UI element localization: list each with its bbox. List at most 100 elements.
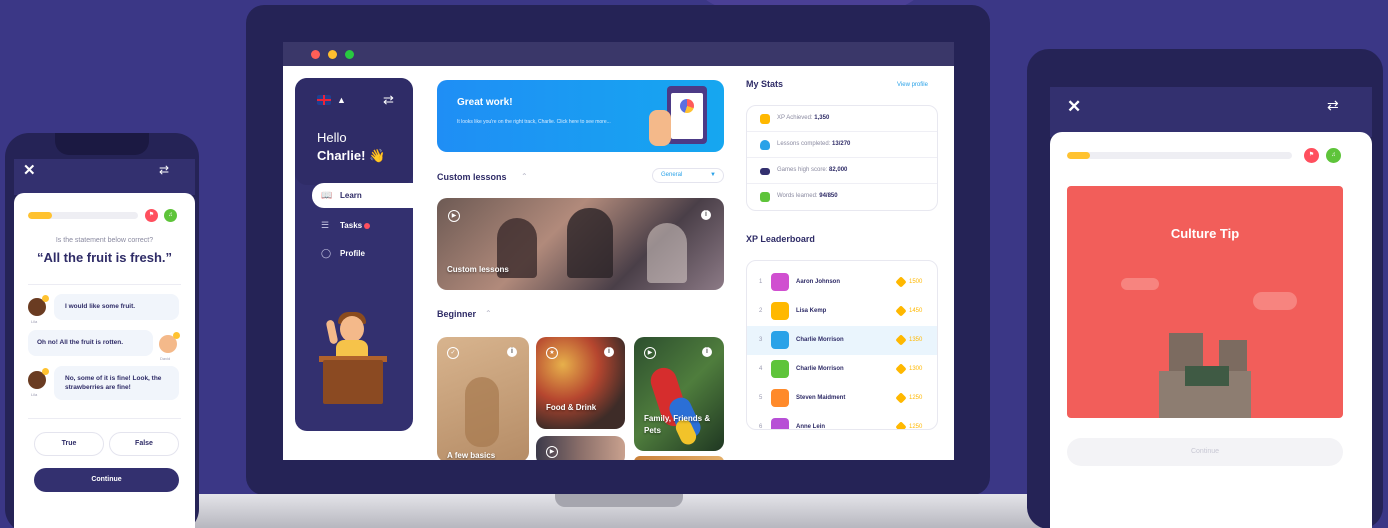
player-name: Steven Maidment xyxy=(796,395,846,401)
play-icon[interactable]: ▶ xyxy=(644,347,656,359)
sidebar-item-tasks[interactable]: ☰ Tasks xyxy=(321,219,413,235)
chevron-up-icon[interactable]: ▲ xyxy=(337,95,346,105)
close-icon[interactable]: ✕ xyxy=(23,161,36,179)
chevron-up-icon[interactable]: ⌃ xyxy=(521,172,528,181)
phone-notch xyxy=(55,133,149,155)
report-flag-button[interactable]: ⚑ xyxy=(1304,148,1319,163)
continue-button[interactable]: Continue xyxy=(1067,438,1343,466)
sidebar-item-profile[interactable]: ◯ Profile xyxy=(321,247,413,263)
lesson-card-basics[interactable]: ✓ i A few basics xyxy=(437,337,529,460)
mascot-arm xyxy=(325,319,339,345)
stat-row-lessons: Lessons completed: 13/270 xyxy=(747,132,937,158)
info-icon[interactable]: i xyxy=(701,210,711,220)
card-label: Custom lessons xyxy=(447,265,509,274)
question-prompt: Is the statement below correct? xyxy=(55,237,154,244)
rank: 4 xyxy=(759,366,763,372)
custom-lessons-card[interactable]: ▶ i Custom lessons xyxy=(437,198,724,290)
culture-tip-title: Culture Tip xyxy=(1170,226,1240,241)
stats-panel: XP Achieved: 1,350 Lessons completed: 13… xyxy=(746,105,938,211)
speaker-name: Lila xyxy=(31,392,38,397)
check-icon[interactable]: ✓ xyxy=(447,347,459,359)
sidebar-item-learn[interactable]: 📖 Learn xyxy=(312,183,413,208)
stat-text: Lessons completed: 13/270 xyxy=(777,141,851,147)
swap-arrows-icon[interactable]: ⇄ xyxy=(1327,97,1339,114)
player-score: 1250 xyxy=(909,424,923,430)
swap-arrows-icon[interactable]: ⇄ xyxy=(383,92,394,108)
gamepad-icon xyxy=(760,168,770,175)
star-icon[interactable]: ★ xyxy=(546,347,558,359)
maximize-window-dot[interactable] xyxy=(345,50,354,59)
great-work-banner[interactable]: Great work! It looks like you're on the … xyxy=(437,80,724,152)
leaderboard-row-current-user[interactable]: 3 Charlie Morrison 1350 xyxy=(747,326,937,355)
section-title-custom-lessons: Custom lessons xyxy=(437,172,507,182)
view-profile-link[interactable]: View profile xyxy=(897,82,928,88)
info-icon[interactable]: i xyxy=(507,347,517,357)
stat-row-xp: XP Achieved: 1,350 xyxy=(747,106,937,132)
false-button[interactable]: False xyxy=(109,432,179,456)
words-icon xyxy=(760,192,770,202)
play-icon[interactable]: ▶ xyxy=(546,446,558,458)
leaderboard-row[interactable]: 1 Aaron Johnson 1500 xyxy=(747,268,937,297)
coin-icon xyxy=(895,421,907,429)
desk-illustration xyxy=(323,360,383,404)
player-name: Anne Lein xyxy=(796,424,826,430)
info-icon[interactable]: i xyxy=(702,347,712,357)
close-window-dot[interactable] xyxy=(311,50,320,59)
minimize-window-dot[interactable] xyxy=(328,50,337,59)
lesson-card-food[interactable]: ★ i Food & Drink xyxy=(536,337,625,429)
player-name: Aaron Johnson xyxy=(796,279,841,285)
avatar-lila xyxy=(28,295,49,316)
coin-icon xyxy=(895,363,907,375)
lesson-progress-bar xyxy=(28,212,138,219)
tablet-header xyxy=(1050,87,1372,137)
leaderboard-row[interactable]: 2 Lisa Kemp 1450 xyxy=(747,297,937,326)
greeting-text: Hello xyxy=(317,130,347,145)
sidebar-item-label: Tasks xyxy=(340,221,363,230)
leaderboard-row[interactable]: 4 Charlie Morrison 1300 xyxy=(747,355,937,384)
photo-figure xyxy=(647,223,687,283)
play-icon[interactable]: ▶ xyxy=(448,210,460,222)
speaker-button[interactable]: ♫ xyxy=(1326,148,1341,163)
cloud-illustration xyxy=(1253,292,1297,310)
info-icon[interactable]: i xyxy=(604,347,614,357)
tablet-frame: ✕ ⇄ ⚑ ♫ Culture Tip Continue xyxy=(1027,49,1383,528)
player-score: 1500 xyxy=(909,279,923,285)
avatar xyxy=(771,389,789,407)
browser-titlebar xyxy=(283,42,954,66)
continue-button[interactable]: Continue xyxy=(34,468,179,492)
section-title-beginner: Beginner xyxy=(437,309,477,319)
swap-arrows-icon[interactable]: ⇄ xyxy=(159,163,169,177)
leaderboard-row[interactable]: 6 Anne Lein 1250 xyxy=(747,413,937,430)
hand-illustration xyxy=(649,110,671,146)
card-label: A few basics xyxy=(447,451,496,460)
tablet-screen: ⚑ ♫ Culture Tip Continue xyxy=(1050,132,1372,528)
lesson-card-family[interactable]: ▶ i Family, Friends & Pets xyxy=(634,337,724,451)
avatar xyxy=(771,302,789,320)
stat-text: Games high score: 82,000 xyxy=(777,167,848,173)
report-flag-button[interactable]: ⚑ xyxy=(145,209,158,222)
rank: 3 xyxy=(759,337,763,343)
chevron-up-icon[interactable]: ⌃ xyxy=(485,309,492,318)
leaderboard-row[interactable]: 5 Steven Maidment 1250 xyxy=(747,384,937,413)
avatar xyxy=(771,331,789,349)
speaker-button[interactable]: ♫ xyxy=(164,209,177,222)
stat-text: Words learned: 94/850 xyxy=(777,193,838,199)
close-icon[interactable]: ✕ xyxy=(1067,97,1081,117)
dropdown-value: General xyxy=(661,172,683,178)
coin-icon xyxy=(895,305,907,317)
speaker-name: Lila xyxy=(31,319,38,324)
lesson-card-next[interactable]: ▶ xyxy=(536,436,625,460)
player-score: 1250 xyxy=(909,395,923,401)
coin-icon xyxy=(895,276,907,288)
laptop-screen: ▲ ⇄ Hello Charlie! 👋 📖 Learn ☰ Tasks ◯ P… xyxy=(283,42,954,460)
avatar xyxy=(771,360,789,378)
category-dropdown[interactable]: General ▼ xyxy=(652,168,724,183)
pie-chart-icon xyxy=(680,99,694,113)
uk-flag-icon[interactable] xyxy=(317,95,331,105)
clipboard-illustration xyxy=(667,86,707,144)
sidebar: ▲ ⇄ Hello Charlie! 👋 📖 Learn ☰ Tasks ◯ P… xyxy=(295,78,413,431)
true-button[interactable]: True xyxy=(34,432,104,456)
stat-text: XP Achieved: 1,350 xyxy=(777,115,830,121)
lesson-card-next[interactable] xyxy=(634,456,724,460)
progress-fill xyxy=(28,212,53,219)
